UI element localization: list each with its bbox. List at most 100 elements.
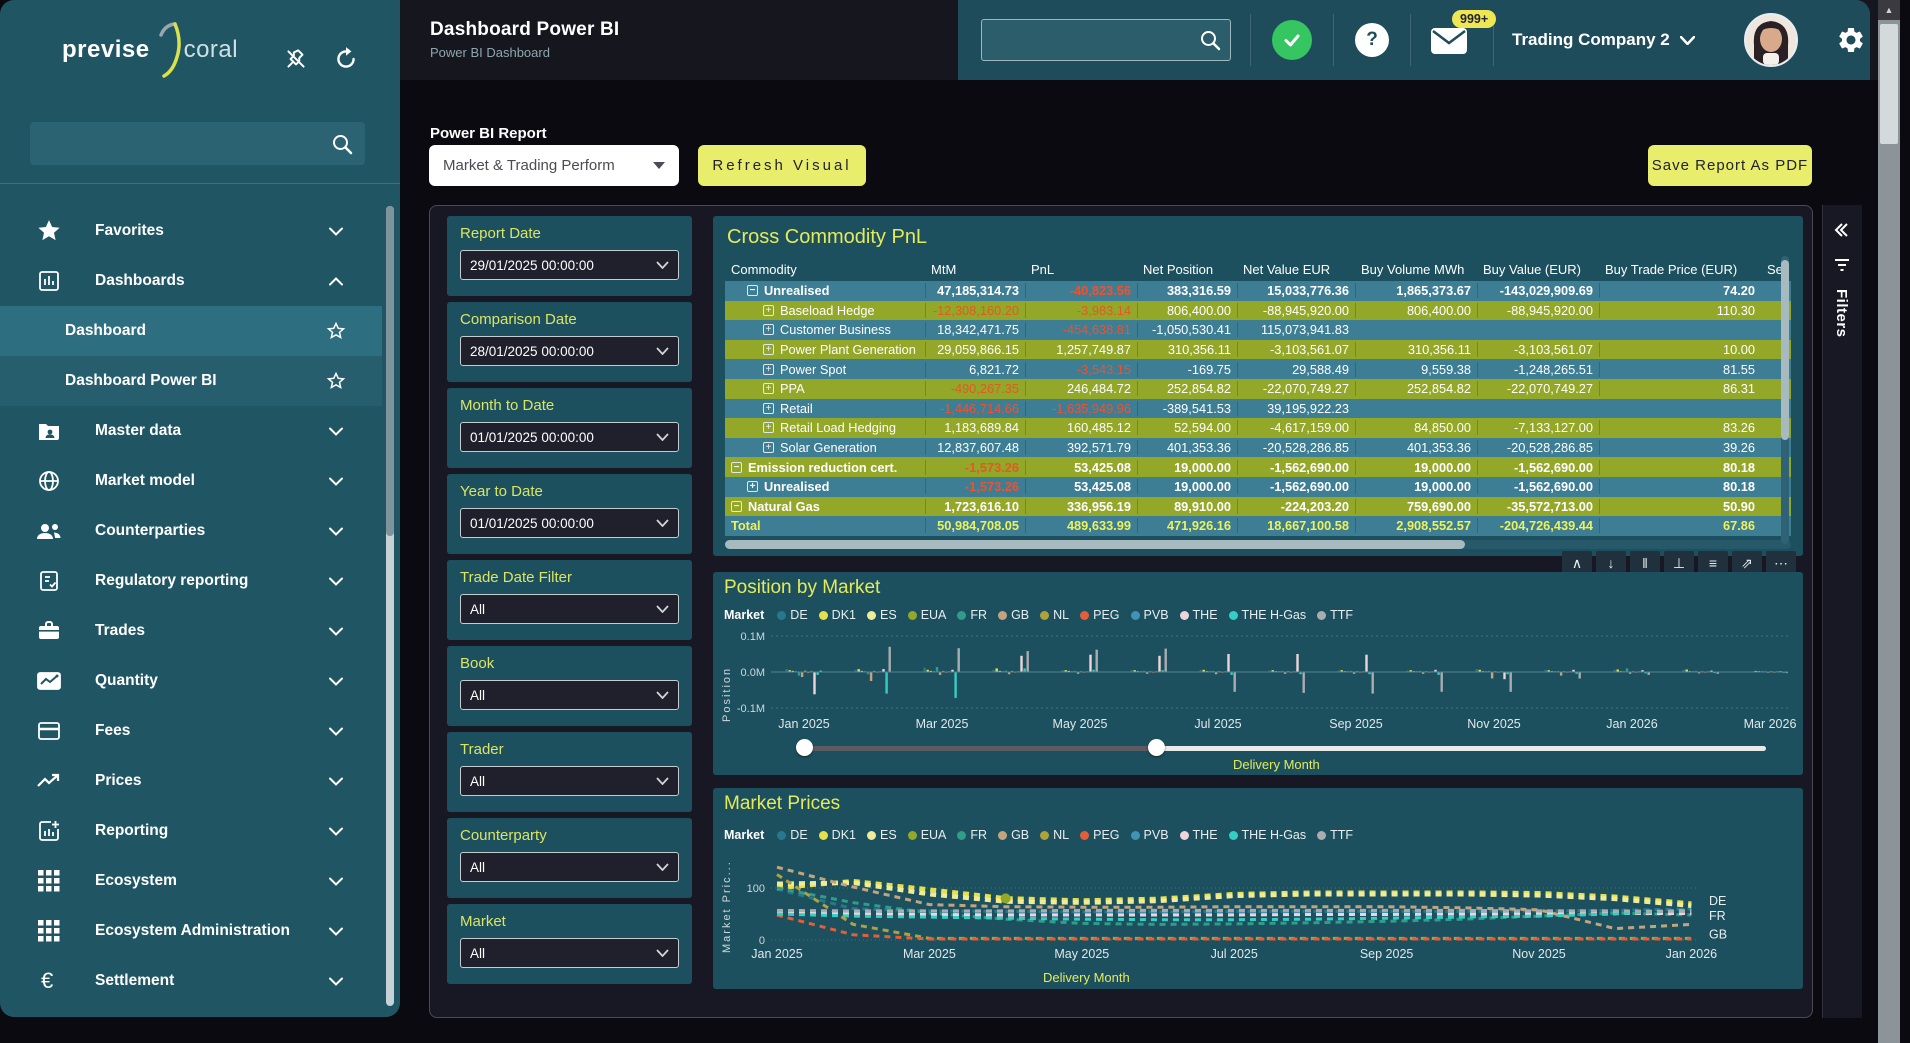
legend-item-dk1[interactable]: DK1 xyxy=(819,608,856,622)
sidebar-item-trades[interactable]: Trades xyxy=(0,606,382,656)
legend-item-the[interactable]: THE xyxy=(1180,608,1218,622)
table-row-total[interactable]: Total50,984,708.05489,633.99471,926.1618… xyxy=(725,516,1791,536)
topbar-search-input[interactable] xyxy=(982,32,1199,48)
column-header[interactable]: PnL xyxy=(1025,262,1137,277)
sidebar-scrollbar-thumb[interactable] xyxy=(386,206,394,536)
sidebar-search[interactable] xyxy=(30,122,365,165)
legend-item-eua[interactable]: EUA xyxy=(908,608,947,622)
filter-select[interactable]: 01/01/2025 00:00:00 xyxy=(460,508,679,538)
collapse-panel-icon[interactable] xyxy=(1832,221,1852,241)
chevron-down-icon[interactable] xyxy=(326,821,346,841)
legend-item-de[interactable]: DE xyxy=(777,828,807,842)
column-header[interactable]: Commodity xyxy=(725,262,925,277)
expand-toggle-icon[interactable]: + xyxy=(763,305,774,316)
filter-select[interactable]: 01/01/2025 00:00:00 xyxy=(460,422,679,452)
avatar[interactable] xyxy=(1744,13,1798,67)
sidebar-item-reporting[interactable]: Reporting xyxy=(0,806,382,856)
slider-handle-end[interactable] xyxy=(1148,739,1165,756)
sidebar-item-ecosystem-administration[interactable]: Ecosystem Administration xyxy=(0,906,382,956)
save-report-pdf-button[interactable]: Save Report As PDF xyxy=(1648,145,1812,186)
chevron-down-icon[interactable] xyxy=(326,771,346,791)
legend-item-the-h-gas[interactable]: THE H-Gas xyxy=(1229,828,1307,842)
legend-item-gb[interactable]: GB xyxy=(998,608,1029,622)
sidebar-item-quantity[interactable]: Quantity xyxy=(0,656,382,706)
page-scrollbar-thumb[interactable] xyxy=(1880,24,1898,144)
table-row-customer-business[interactable]: +Customer Business18,342,471.75-454,638.… xyxy=(725,320,1791,340)
chevron-down-icon[interactable] xyxy=(326,921,346,941)
chevron-down-icon[interactable] xyxy=(326,721,346,741)
sidebar-item-fees[interactable]: Fees xyxy=(0,706,382,756)
filter-funnel-icon[interactable] xyxy=(1833,257,1851,273)
pin-off-icon[interactable] xyxy=(283,46,309,72)
company-selector[interactable]: Trading Company 2 xyxy=(1512,0,1695,80)
help-icon[interactable]: ? xyxy=(1355,23,1389,57)
filter-select[interactable]: 28/01/2025 00:00:00 xyxy=(460,336,679,366)
pnl-table-hscrollbar-thumb[interactable] xyxy=(725,540,1465,549)
chevron-down-icon[interactable] xyxy=(326,571,346,591)
filter-select[interactable]: All xyxy=(460,594,679,624)
legend-item-fr[interactable]: FR xyxy=(957,828,987,842)
star-outline-icon[interactable] xyxy=(326,371,346,391)
chevron-down-icon[interactable] xyxy=(326,671,346,691)
expand-toggle-icon[interactable]: + xyxy=(763,383,774,394)
legend-item-peg[interactable]: PEG xyxy=(1080,608,1119,622)
legend-item-nl[interactable]: NL xyxy=(1040,828,1069,842)
legend-item-de[interactable]: DE xyxy=(777,608,807,622)
slider-handle-start[interactable] xyxy=(796,739,813,756)
chevron-down-icon[interactable] xyxy=(326,971,346,991)
legend-item-ttf[interactable]: TTF xyxy=(1317,828,1353,842)
chevron-up-icon[interactable] xyxy=(326,271,346,291)
filters-rail-label[interactable]: Filters xyxy=(1833,289,1850,338)
sidebar-search-input[interactable] xyxy=(30,135,331,152)
table-row-emission-reduction-cert-[interactable]: −Emission reduction cert.-1,573.2653,425… xyxy=(725,457,1791,477)
expand-toggle-icon[interactable]: + xyxy=(763,324,774,335)
report-select[interactable]: Market & Trading Perform xyxy=(429,145,679,186)
legend-item-es[interactable]: ES xyxy=(867,828,897,842)
legend-item-fr[interactable]: FR xyxy=(957,608,987,622)
column-header[interactable]: Buy Volume MWh xyxy=(1355,262,1477,277)
filter-select[interactable]: All xyxy=(460,938,679,968)
legend-item-gb[interactable]: GB xyxy=(998,828,1029,842)
mail-icon[interactable] xyxy=(1430,27,1468,55)
delivery-month-slider[interactable] xyxy=(713,739,1803,757)
column-header[interactable]: Buy Trade Price (EUR) xyxy=(1599,262,1761,277)
filter-select[interactable]: All xyxy=(460,852,679,882)
sidebar-item-regulatory-reporting[interactable]: Regulatory reporting xyxy=(0,556,382,606)
chevron-down-icon[interactable] xyxy=(326,421,346,441)
topbar-search[interactable] xyxy=(981,19,1231,61)
filter-select[interactable]: All xyxy=(460,680,679,710)
pnl-table-vscrollbar-thumb[interactable] xyxy=(1781,260,1789,440)
legend-item-pvb[interactable]: PVB xyxy=(1131,828,1169,842)
chevron-down-icon[interactable] xyxy=(326,871,346,891)
sidebar-item-counterparties[interactable]: Counterparties xyxy=(0,506,382,556)
table-row-solar-generation[interactable]: +Solar Generation12,837,607.48392,571.79… xyxy=(725,438,1791,458)
table-row-power-spot[interactable]: +Power Spot6,821.72-3,543.15-169.7529,58… xyxy=(725,359,1791,379)
filter-select[interactable]: All xyxy=(460,766,679,796)
legend-item-the[interactable]: THE xyxy=(1180,828,1218,842)
expand-toggle-icon[interactable]: + xyxy=(763,344,774,355)
legend-item-es[interactable]: ES xyxy=(867,608,897,622)
table-row-retail-load-hedging[interactable]: +Retail Load Hedging1,183,689.84160,485.… xyxy=(725,418,1791,438)
table-row-baseload-hedge[interactable]: +Baseload Hedge-12,308,160.20-3,983.1480… xyxy=(725,301,1791,321)
refresh-visual-button[interactable]: Refresh Visual xyxy=(698,145,866,186)
status-check-icon[interactable] xyxy=(1272,20,1312,60)
column-header[interactable]: Buy Value (EUR) xyxy=(1477,262,1599,277)
sidebar-item-market-model[interactable]: Market model xyxy=(0,456,382,506)
legend-item-peg[interactable]: PEG xyxy=(1080,828,1119,842)
table-row-retail[interactable]: +Retail-1,446,714.66-1,635,949.96-389,54… xyxy=(725,399,1791,419)
star-outline-icon[interactable] xyxy=(326,321,346,341)
chevron-down-icon[interactable] xyxy=(326,221,346,241)
search-icon[interactable] xyxy=(331,133,353,155)
legend-item-eua[interactable]: EUA xyxy=(908,828,947,842)
table-row-unrealised[interactable]: +Unrealised-1,573.2653,425.0819,000.00-1… xyxy=(725,477,1791,497)
expand-toggle-icon[interactable]: + xyxy=(763,403,774,414)
refresh-icon[interactable] xyxy=(333,46,359,72)
page-scrollbar-up-arrow[interactable]: ▲ xyxy=(1878,0,1900,20)
collapse-toggle-icon[interactable]: − xyxy=(747,285,758,296)
table-row-ppa[interactable]: +PPA-490,267.35246,484.72252,854.82-22,0… xyxy=(725,379,1791,399)
collapse-toggle-icon[interactable]: − xyxy=(731,501,742,512)
expand-toggle-icon[interactable]: + xyxy=(763,422,774,433)
table-row-power-plant-generation[interactable]: +Power Plant Generation29,059,866.151,25… xyxy=(725,340,1791,360)
table-row-unrealised[interactable]: −Unrealised47,185,314.73-40,823.56383,31… xyxy=(725,281,1791,301)
sidebar-item-dashboards[interactable]: Dashboards xyxy=(0,256,382,306)
